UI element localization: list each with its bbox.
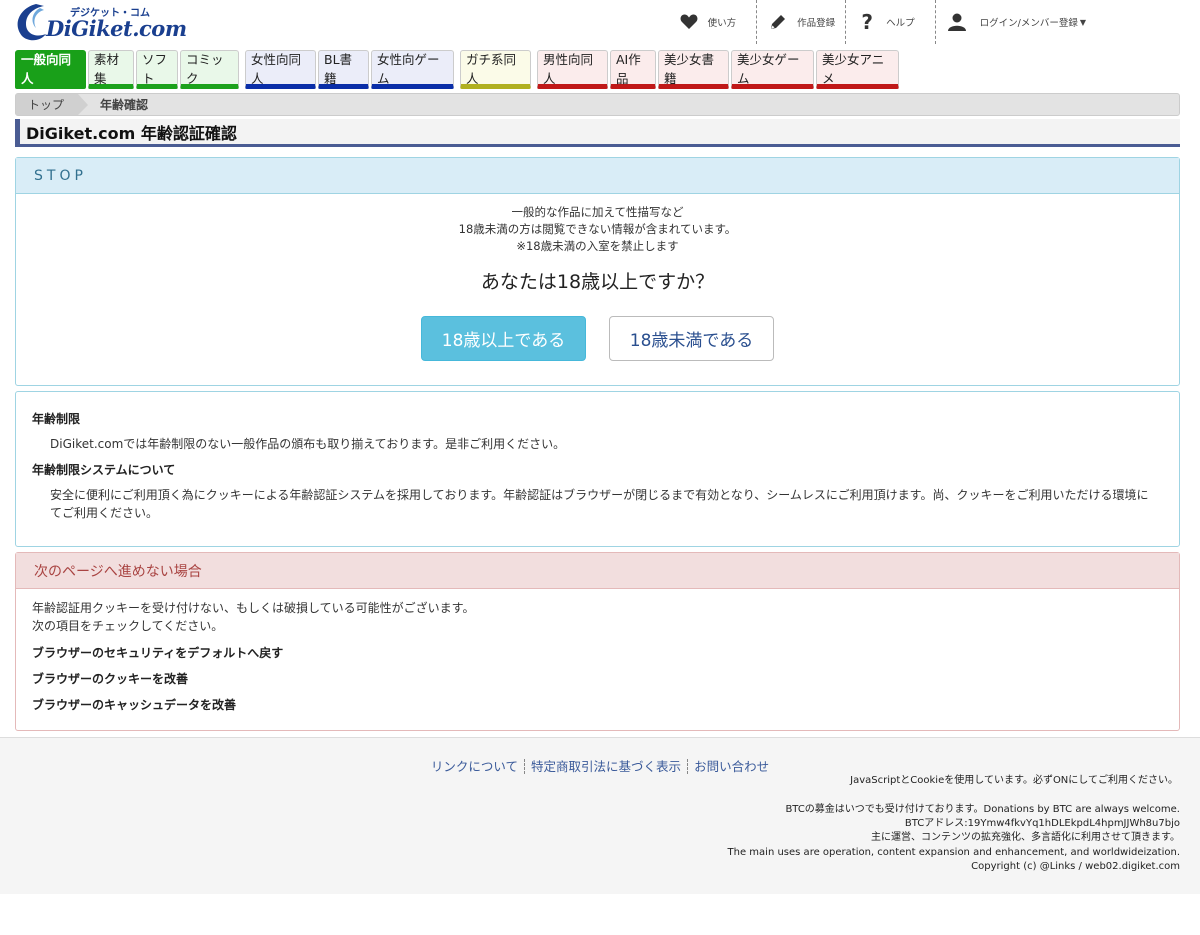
tab-female-games[interactable]: 女性向ゲーム: [371, 50, 454, 89]
tab-gachi-doujin[interactable]: ガチ系同人: [460, 50, 531, 89]
age-buttons: 18歳以上である 18歳未満である: [16, 316, 1179, 361]
cookie-fix-link[interactable]: ブラウザーのクッキーを改善: [32, 670, 1163, 687]
cookie-note: JavaScriptとCookieを使用しています。必ずONにしてご利用ください…: [850, 775, 1178, 786]
pencil-icon: [767, 11, 789, 33]
stop-title: STOP: [34, 167, 87, 184]
tab-software[interactable]: ソフト: [136, 50, 178, 89]
nav-help-label: ヘルプ: [886, 18, 915, 29]
breadcrumb-current: 年齢確認: [100, 98, 149, 112]
info-body: 年齢制限 DiGiket.comでは年齢制限のない一般作品の頒布も取り揃えており…: [16, 392, 1179, 522]
nav-howto[interactable]: 使い方: [664, 0, 757, 44]
footer-links: リンクについて 特定商取引法に基づく表示 お問い合わせ: [0, 756, 1200, 775]
tab-materials[interactable]: 素材集: [88, 50, 134, 89]
tab-general-doujin[interactable]: 一般向同人: [15, 50, 86, 89]
chevron-down-icon: ▼: [1079, 17, 1086, 27]
troubleshooting-header: 次のページへ進めない場合: [16, 553, 1179, 589]
tab-female-doujin[interactable]: 女性向同人: [245, 50, 316, 89]
age-check-panel: STOP 一般的な作品に加えて性描写など 18歳未満の方は閲覧できない情報が含ま…: [15, 157, 1180, 386]
troubleshooting-title: 次のページへ進めない場合: [34, 563, 202, 580]
footer-link-links[interactable]: リンクについて: [431, 759, 518, 774]
btc-line: The main uses are operation, content exp…: [727, 846, 1180, 858]
top-navigation: 使い方 作品登録 ? ヘルプ ログイン/メンバー登録 ▼: [664, 0, 1200, 44]
warning-line: 18歳未満の方は閲覧できない情報が含まれています。: [458, 222, 737, 236]
site-header: デジケット・コム DiGiket.com 使い方 作品登録 ? ヘルプ ログイン: [0, 0, 1200, 46]
nav-login-label: ログイン/メンバー登録: [979, 18, 1078, 29]
troubleshooting-body: 年齢認証用クッキーを受け付けない、もしくは破損している可能性がございます。 次の…: [16, 589, 1179, 713]
tab-bishoujo-anime[interactable]: 美少女アニメ: [816, 50, 899, 89]
question-icon: ?: [861, 10, 873, 34]
nav-register-work[interactable]: 作品登録: [757, 0, 845, 44]
tab-bishoujo-games[interactable]: 美少女ゲーム: [731, 50, 814, 89]
under-18-button[interactable]: 18歳未満である: [609, 316, 774, 361]
cache-fix-link[interactable]: ブラウザーのキャッシュデータを改善: [32, 696, 1163, 713]
age-check-body: 一般的な作品に加えて性描写など 18歳未満の方は閲覧できない情報が含まれています…: [16, 194, 1179, 361]
btc-donation-text: BTCの募金はいつでも受け付けております。Donations by BTC ar…: [728, 803, 1180, 874]
info-paragraph: DiGiket.comでは年齢制限のない一般作品の頒布も取り揃えております。是非…: [50, 437, 566, 451]
info-heading: 年齢制限システムについて: [32, 463, 176, 477]
age-question: あなたは18歳以上ですか？: [480, 271, 715, 293]
page-title: DiGiket.com 年齢認証確認: [15, 119, 1180, 147]
breadcrumb-home[interactable]: トップ: [16, 94, 89, 115]
info-heading: 年齢制限: [32, 412, 81, 426]
logo-text: DiGiket.com: [46, 16, 187, 41]
tab-ai-works[interactable]: AI作品: [610, 50, 656, 89]
warning-line: ※18歳未満の入室を禁止します: [516, 239, 679, 253]
age-restriction-info-panel: 年齢制限 DiGiket.comでは年齢制限のない一般作品の頒布も取り揃えており…: [15, 391, 1180, 547]
site-footer: リンクについて 特定商取引法に基づく表示 お問い合わせ JavaScriptとCoo…: [0, 737, 1200, 894]
btc-address: BTCアドレス:19Ymw4fkvYq1hDLEkpdL4hpmJJWh8u7b…: [904, 818, 1180, 830]
warning-line: 一般的な作品に加えて性描写など: [511, 205, 684, 219]
nav-register-work-label: 作品登録: [797, 18, 836, 29]
category-tabs: 一般向同人 素材集 ソフト コミック 女性向同人 BL書籍 女性向ゲーム ガチ系…: [15, 50, 901, 90]
security-default-link[interactable]: ブラウザーのセキュリティをデフォルトへ戻す: [32, 644, 1163, 661]
tab-comic[interactable]: コミック: [180, 50, 239, 89]
heart-icon: [678, 11, 700, 33]
troubleshooting-text: 次の項目をチェックしてください。: [32, 619, 224, 633]
user-icon: [946, 11, 968, 33]
troubleshooting-panel: 次のページへ進めない場合 年齢認証用クッキーを受け付けない、もしくは破損している…: [15, 552, 1180, 731]
footer-divider: [524, 759, 526, 774]
footer-link-legal[interactable]: 特定商取引法に基づく表示: [531, 759, 681, 774]
site-logo[interactable]: デジケット・コム DiGiket.com: [14, 0, 187, 44]
tab-male-doujin[interactable]: 男性向同人: [537, 50, 608, 89]
nav-login[interactable]: ログイン/メンバー登録 ▼: [936, 0, 1200, 44]
nav-howto-label: 使い方: [707, 18, 737, 29]
tab-bishoujo-books[interactable]: 美少女書籍: [658, 50, 729, 89]
over-18-button[interactable]: 18歳以上である: [421, 316, 586, 361]
info-paragraph: 安全に便利にご利用頂く為にクッキーによる年齢認証システムを採用しております。年齢…: [50, 488, 1149, 520]
footer-divider: [687, 759, 689, 774]
tab-bl-books[interactable]: BL書籍: [318, 50, 369, 89]
footer-link-contact[interactable]: お問い合わせ: [694, 759, 769, 774]
age-check-panel-header: STOP: [16, 158, 1179, 194]
copyright: Copyright (c) @Links / web02.digiket.com: [971, 860, 1180, 872]
btc-line: 主に運営、コンテンツの拡充強化、多言語化に利用させて頂きます。: [871, 832, 1180, 844]
nav-help[interactable]: ? ヘルプ: [846, 0, 935, 44]
troubleshooting-text: 年齢認証用クッキーを受け付けない、もしくは破損している可能性がございます。: [32, 601, 475, 615]
breadcrumb: トップ 年齢確認: [15, 93, 1180, 116]
btc-line: BTCの募金はいつでも受け付けております。Donations by BTC ar…: [785, 804, 1180, 815]
